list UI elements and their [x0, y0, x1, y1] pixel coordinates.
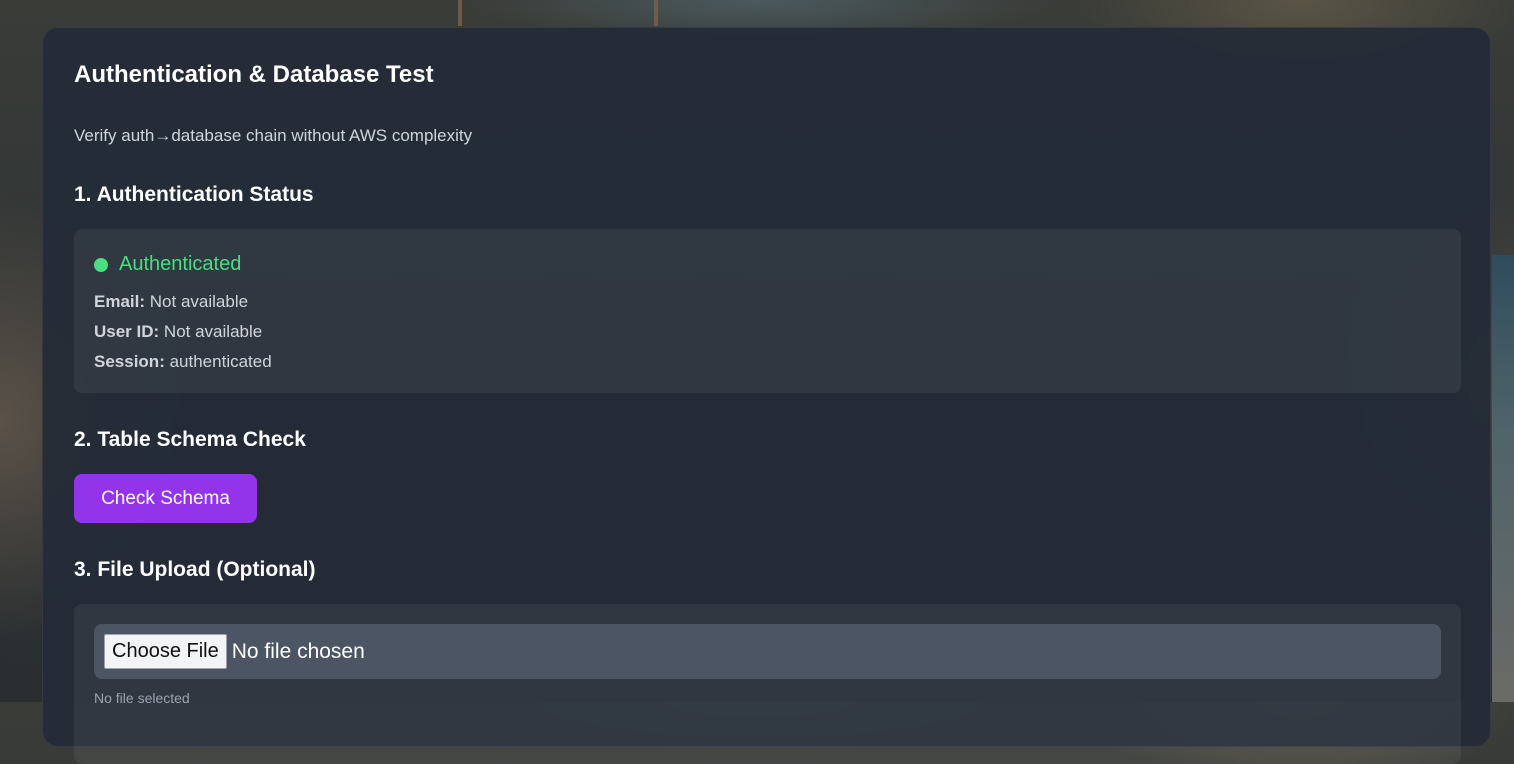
- email-value: Not available: [149, 292, 249, 311]
- check-schema-button[interactable]: Check Schema: [74, 474, 257, 523]
- session-value: authenticated: [169, 352, 272, 371]
- page-title: Authentication & Database Test: [74, 61, 434, 88]
- page-subtitle: Verify auth→database chain without AWS c…: [74, 126, 473, 145]
- session-label: Session:: [94, 352, 165, 371]
- choose-file-button[interactable]: Choose File: [104, 634, 227, 669]
- file-input[interactable]: Choose File No file chosen: [94, 624, 1441, 679]
- user-id-line: User ID: Not available: [94, 322, 262, 342]
- test-panel: Authentication & Database Test Verify au…: [42, 27, 1491, 764]
- upload-section-heading: 3. File Upload (Optional): [74, 558, 316, 581]
- user-id-value: Not available: [163, 322, 263, 341]
- auth-status-row: Authenticated: [94, 253, 241, 276]
- file-selected-note: No file selected: [94, 690, 190, 706]
- upload-panel: Choose File No file chosen No file selec…: [74, 604, 1461, 764]
- user-id-label: User ID:: [94, 322, 160, 341]
- background-photo-detail: [458, 0, 462, 26]
- schema-section-heading: 2. Table Schema Check: [74, 428, 306, 451]
- background-photo-edge: [1492, 255, 1514, 702]
- email-line: Email: Not available: [94, 292, 248, 312]
- background-photo-detail: [654, 0, 658, 26]
- auth-section-heading: 1. Authentication Status: [74, 183, 314, 206]
- file-chosen-status: No file chosen: [231, 639, 365, 663]
- email-label: Email:: [94, 292, 146, 311]
- auth-status-panel: Authenticated Email: Not available User …: [74, 229, 1461, 393]
- status-dot-icon: [94, 257, 108, 272]
- session-line: Session: authenticated: [94, 352, 272, 372]
- auth-status-text: Authenticated: [119, 253, 242, 275]
